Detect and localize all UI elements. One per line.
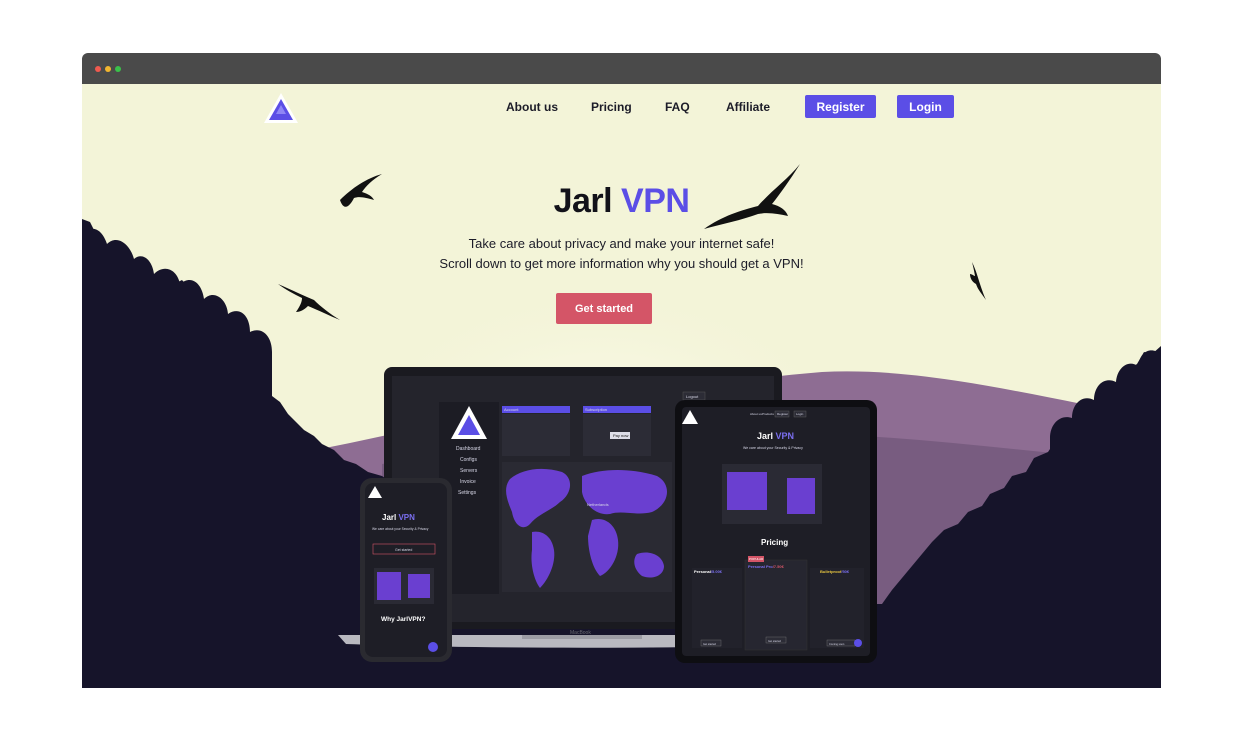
bird-icon [278,284,340,320]
phone-mockup [360,478,452,662]
chat-bubble-icon[interactable] [428,642,438,652]
laptop-panel-subscription: Subscription [585,407,607,412]
brand-logo[interactable] [262,91,300,125]
tablet-plan-bulletproof-button: Coming soon [829,642,845,646]
tablet-title: Jarl VPN [757,431,794,441]
tablet-plan-pro-button: Get started [768,639,781,643]
window-titlebar [82,53,1161,84]
nav-affiliate[interactable]: Affiliate [726,100,770,114]
chat-bubble-icon[interactable] [854,639,862,647]
tablet-popular-badge: POPULAR [749,557,764,561]
hero-tagline-2: Scroll down to get more information why … [439,256,804,271]
laptop-menu-settings: Settings [458,490,477,496]
laptop-menu-configs: Configs [460,457,477,463]
laptop-menu-servers: Servers [460,468,478,474]
close-window-icon[interactable] [95,66,101,72]
minimize-window-icon[interactable] [105,66,111,72]
laptop-menu-dashboard: Dashboard [456,446,481,452]
tablet-subtitle: We care about your Security & Privacy [743,446,803,450]
get-started-button[interactable]: Get started [556,293,652,324]
phone-title: Jarl VPN [382,513,415,522]
laptop-logout-label: Logout [686,394,699,399]
laptop-map-label: Netherlands [587,502,609,507]
nav-faq[interactable]: FAQ [665,100,690,114]
maximize-window-icon[interactable] [115,66,121,72]
phone-cta: Get started [395,548,412,552]
browser-window: Logout Dashboard Configs Servers Invoice… [82,53,1161,688]
nav-pricing[interactable]: Pricing [591,100,632,114]
nav-about-us[interactable]: About us [506,100,558,114]
register-button[interactable]: Register [805,95,876,118]
hero-tagline-1: Take care about privacy and make your in… [468,236,775,251]
tablet-plan-personal-button: Get started [703,642,716,646]
phone-subtitle: We care about your Security & Privacy [372,527,429,531]
tablet-plan-personal: Personal/5.00€ [694,569,723,574]
tablet-pricing-title: Pricing [761,538,788,547]
laptop-menu-invoice: Invoice [460,479,476,485]
tablet-nav-register: Register [777,412,788,416]
tablet-nav-about: About us [750,412,762,416]
tablet-nav-products: Products [762,412,774,416]
hero-title-plain: Jarl [553,182,613,220]
login-button[interactable]: Login [897,95,954,118]
phone-section-title: Why JarlVPN? [381,616,425,623]
tablet-plan-bulletproof: Bulletproof/50€ [820,569,850,574]
hero-landscape: Logout Dashboard Configs Servers Invoice… [82,164,1161,688]
laptop-panel-account: Account [504,407,519,412]
hero-title-accent: VPN [621,182,690,220]
hero-title: Jarl VPN [82,182,1161,221]
laptop-brand-label: MacBook [570,630,591,636]
tablet-plan-pro: Personal Pro/7.50€ [748,564,785,569]
tablet-nav-login: Login [796,412,804,416]
laptop-pay-button: Pay now [613,433,628,438]
page-viewport: Logout Dashboard Configs Servers Invoice… [82,84,1161,688]
